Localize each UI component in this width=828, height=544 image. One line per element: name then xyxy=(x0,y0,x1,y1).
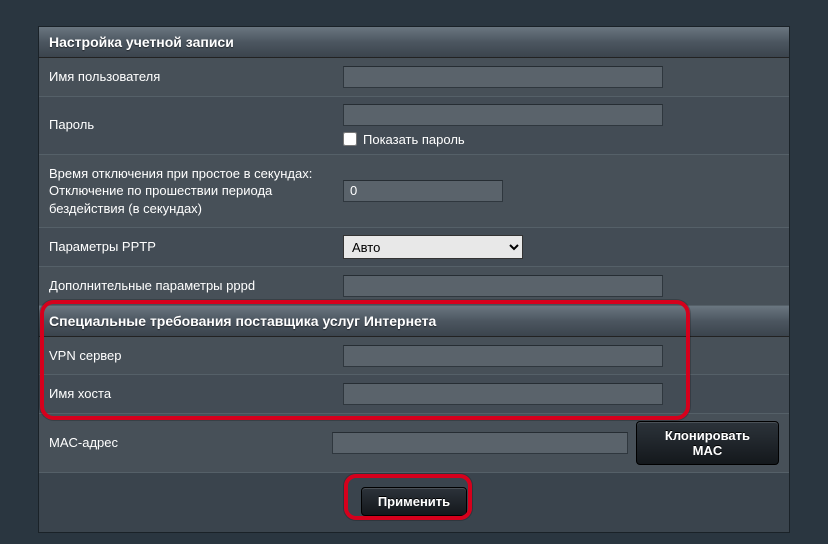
show-password-checkbox[interactable] xyxy=(343,132,357,146)
row-pptp: Параметры PPTP Авто xyxy=(39,228,789,267)
vpn-server-input[interactable] xyxy=(343,345,663,367)
isp-section-header: Специальные требования поставщика услуг … xyxy=(39,306,789,337)
password-input[interactable] xyxy=(343,104,663,126)
show-password-label: Показать пароль xyxy=(363,132,465,147)
row-mac-address: MAC-адрес Клонировать MAC xyxy=(39,414,789,473)
row-hostname: Имя хоста xyxy=(39,375,789,414)
idle-timeout-label: Время отключения при простое в секундах:… xyxy=(39,155,333,228)
row-pppd: Дополнительные параметры pppd xyxy=(39,267,789,306)
hostname-input[interactable] xyxy=(343,383,663,405)
settings-panel: Настройка учетной записи Имя пользовател… xyxy=(38,26,790,533)
mac-address-input[interactable] xyxy=(332,432,628,454)
row-idle-timeout: Время отключения при простое в секундах:… xyxy=(39,155,789,229)
pppd-label: Дополнительные параметры pppd xyxy=(39,267,333,305)
apply-row: Применить xyxy=(39,473,789,532)
idle-timeout-input[interactable] xyxy=(343,180,503,202)
username-label: Имя пользователя xyxy=(39,58,333,96)
row-username: Имя пользователя xyxy=(39,58,789,97)
hostname-label: Имя хоста xyxy=(39,375,333,413)
apply-button[interactable]: Применить xyxy=(361,487,467,516)
pppd-input[interactable] xyxy=(343,275,663,297)
pptp-label: Параметры PPTP xyxy=(39,228,333,266)
username-input[interactable] xyxy=(343,66,663,88)
show-password-row: Показать пароль xyxy=(343,132,779,147)
row-vpn-server: VPN сервер xyxy=(39,337,789,376)
clone-mac-button[interactable]: Клонировать MAC xyxy=(636,421,779,465)
account-section-header: Настройка учетной записи xyxy=(39,27,789,58)
pptp-select[interactable]: Авто xyxy=(343,235,523,259)
mac-address-label: MAC-адрес xyxy=(39,414,322,472)
password-label: Пароль xyxy=(39,97,333,154)
row-password: Пароль Показать пароль xyxy=(39,97,789,155)
vpn-server-label: VPN сервер xyxy=(39,337,333,375)
